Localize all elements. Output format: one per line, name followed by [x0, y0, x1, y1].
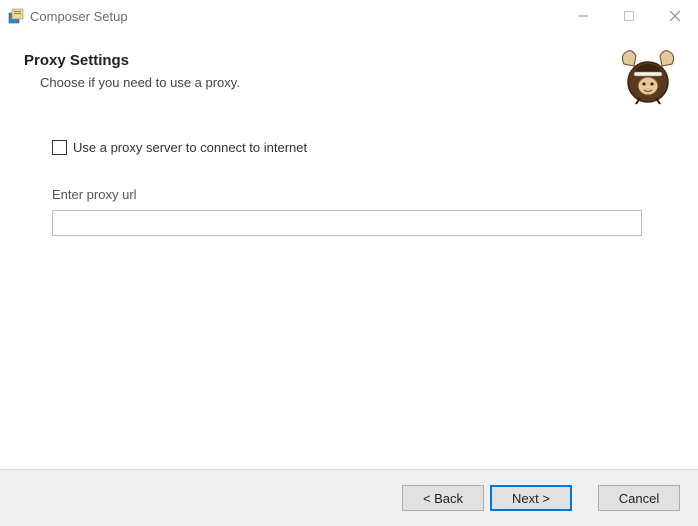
proxy-checkbox[interactable]	[52, 140, 67, 155]
page-subtitle: Choose if you need to use a proxy.	[40, 75, 674, 90]
composer-logo-icon	[616, 46, 680, 110]
window-title: Composer Setup	[30, 9, 128, 24]
close-button[interactable]	[652, 0, 698, 32]
proxy-url-label: Enter proxy url	[52, 187, 658, 202]
page-title: Proxy Settings	[24, 52, 674, 69]
content: Use a proxy server to connect to interne…	[0, 100, 698, 469]
back-button[interactable]: < Back	[402, 485, 484, 511]
installer-icon	[8, 8, 24, 24]
nav-button-group: < Back Next >	[402, 485, 572, 511]
proxy-checkbox-row[interactable]: Use a proxy server to connect to interne…	[52, 140, 658, 155]
minimize-button[interactable]	[560, 0, 606, 32]
proxy-url-input[interactable]	[52, 210, 642, 236]
proxy-checkbox-label: Use a proxy server to connect to interne…	[73, 140, 307, 155]
window: Composer Setup Proxy Settings Choose if …	[0, 0, 698, 526]
cancel-button[interactable]: Cancel	[598, 485, 680, 511]
window-controls	[560, 0, 698, 32]
next-button[interactable]: Next >	[490, 485, 572, 511]
maximize-button[interactable]	[606, 0, 652, 32]
footer: < Back Next > Cancel	[0, 470, 698, 526]
header: Proxy Settings Choose if you need to use…	[0, 32, 698, 100]
titlebar: Composer Setup	[0, 0, 698, 32]
